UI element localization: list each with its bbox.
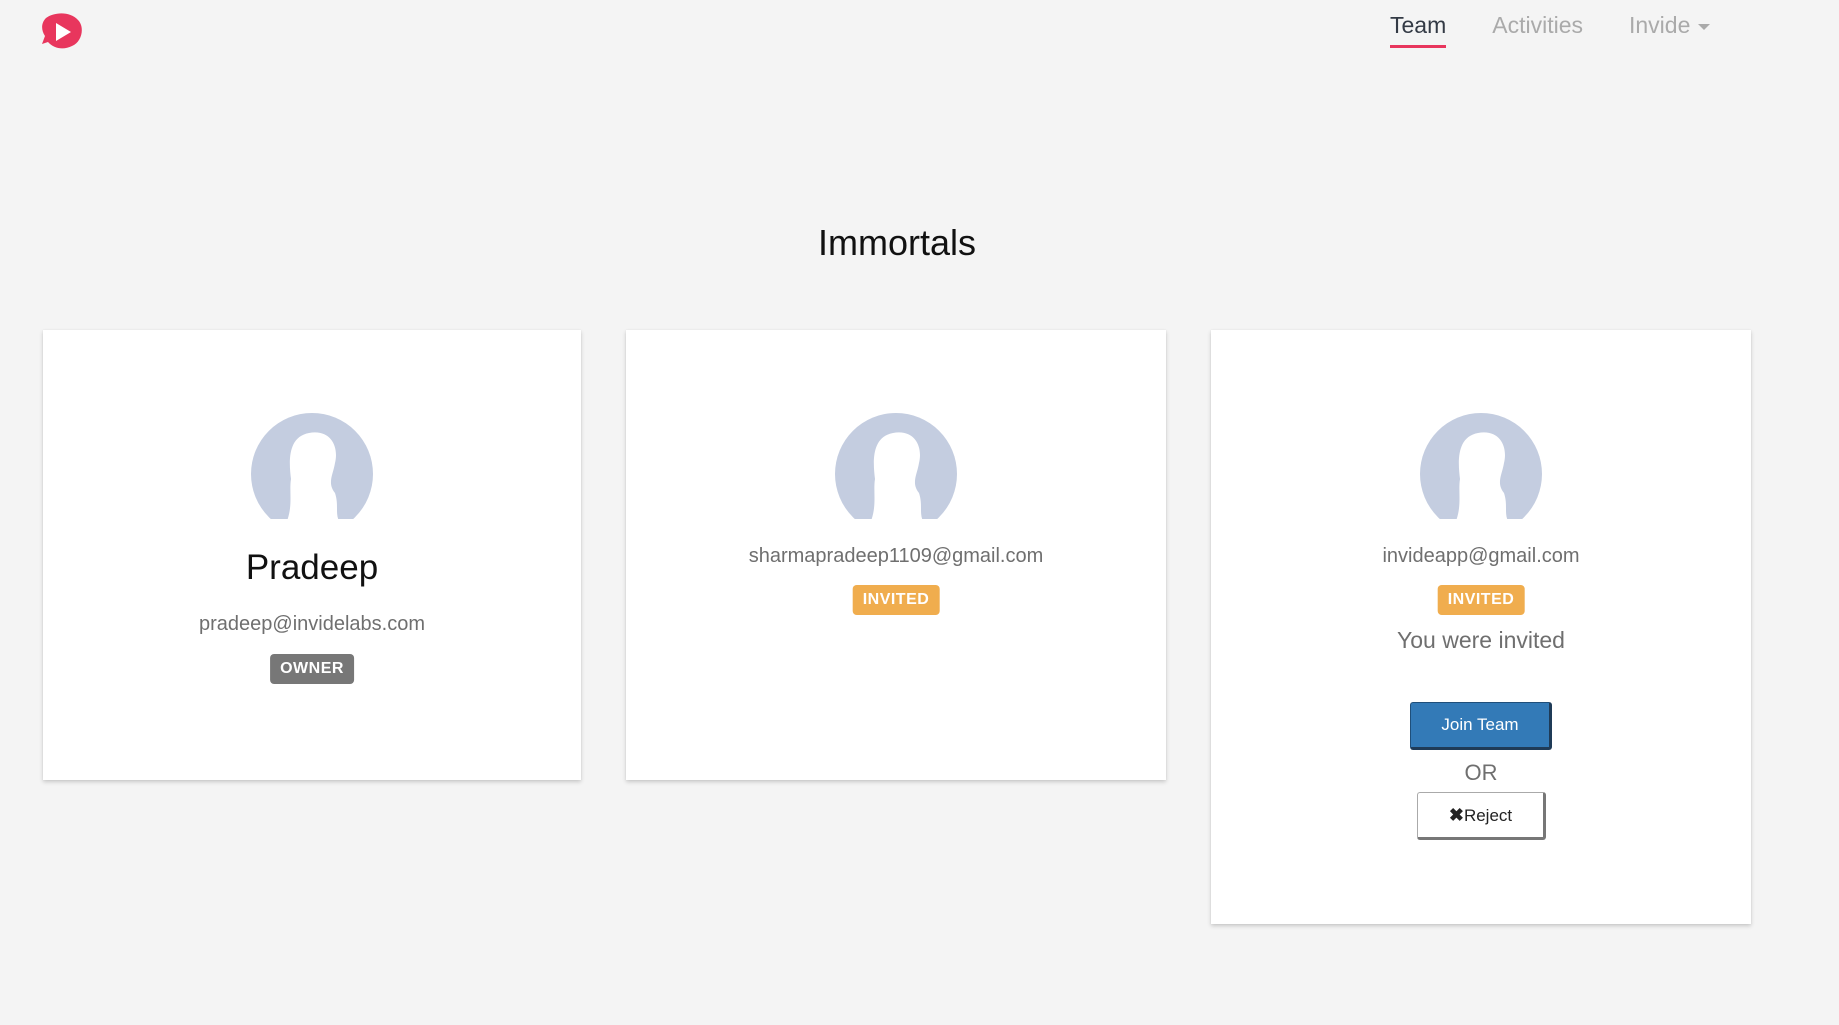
- avatar-placeholder-icon: [835, 413, 957, 519]
- member-email: sharmapradeep1109@gmail.com: [748, 545, 1044, 567]
- reject-label: Reject: [1463, 805, 1513, 825]
- nav-invide-label: Invide: [1629, 12, 1691, 38]
- owner-badge: OWNER: [270, 654, 354, 684]
- invited-badge: INVITED: [852, 585, 940, 615]
- play-logo-icon[interactable]: [40, 12, 84, 52]
- invited-badge: INVITED: [1437, 585, 1525, 615]
- nav-team[interactable]: Team: [1390, 12, 1447, 48]
- team-title: Immortals: [817, 222, 976, 263]
- member-name: Pradeep: [245, 548, 379, 587]
- invitation-message: You were invited: [1397, 627, 1565, 653]
- avatar-placeholder-icon: [251, 413, 373, 519]
- member-card-invitation: invideapp@gmail.com INVITED You were inv…: [1211, 330, 1751, 924]
- or-separator: OR: [1464, 760, 1498, 785]
- member-card-owner: Pradeep pradeep@invidelabs.com OWNER: [43, 330, 581, 780]
- caret-down-icon: [1698, 23, 1711, 30]
- top-navbar: Team Activities Invide: [0, 0, 1839, 70]
- reject-button[interactable]: ✖Reject: [1417, 792, 1546, 840]
- member-email: pradeep@invidelabs.com: [199, 613, 425, 635]
- avatar-placeholder-icon: [1420, 413, 1542, 519]
- close-x-icon: ✖: [1448, 804, 1464, 825]
- main-nav: Team Activities Invide: [1390, 12, 1756, 48]
- member-card-invited: sharmapradeep1109@gmail.com INVITED: [626, 330, 1166, 780]
- member-email: invideapp@gmail.com: [1382, 545, 1580, 567]
- nav-invide-dropdown[interactable]: Invide: [1629, 12, 1711, 45]
- nav-activities[interactable]: Activities: [1492, 12, 1583, 45]
- join-team-button[interactable]: Join Team: [1410, 702, 1552, 750]
